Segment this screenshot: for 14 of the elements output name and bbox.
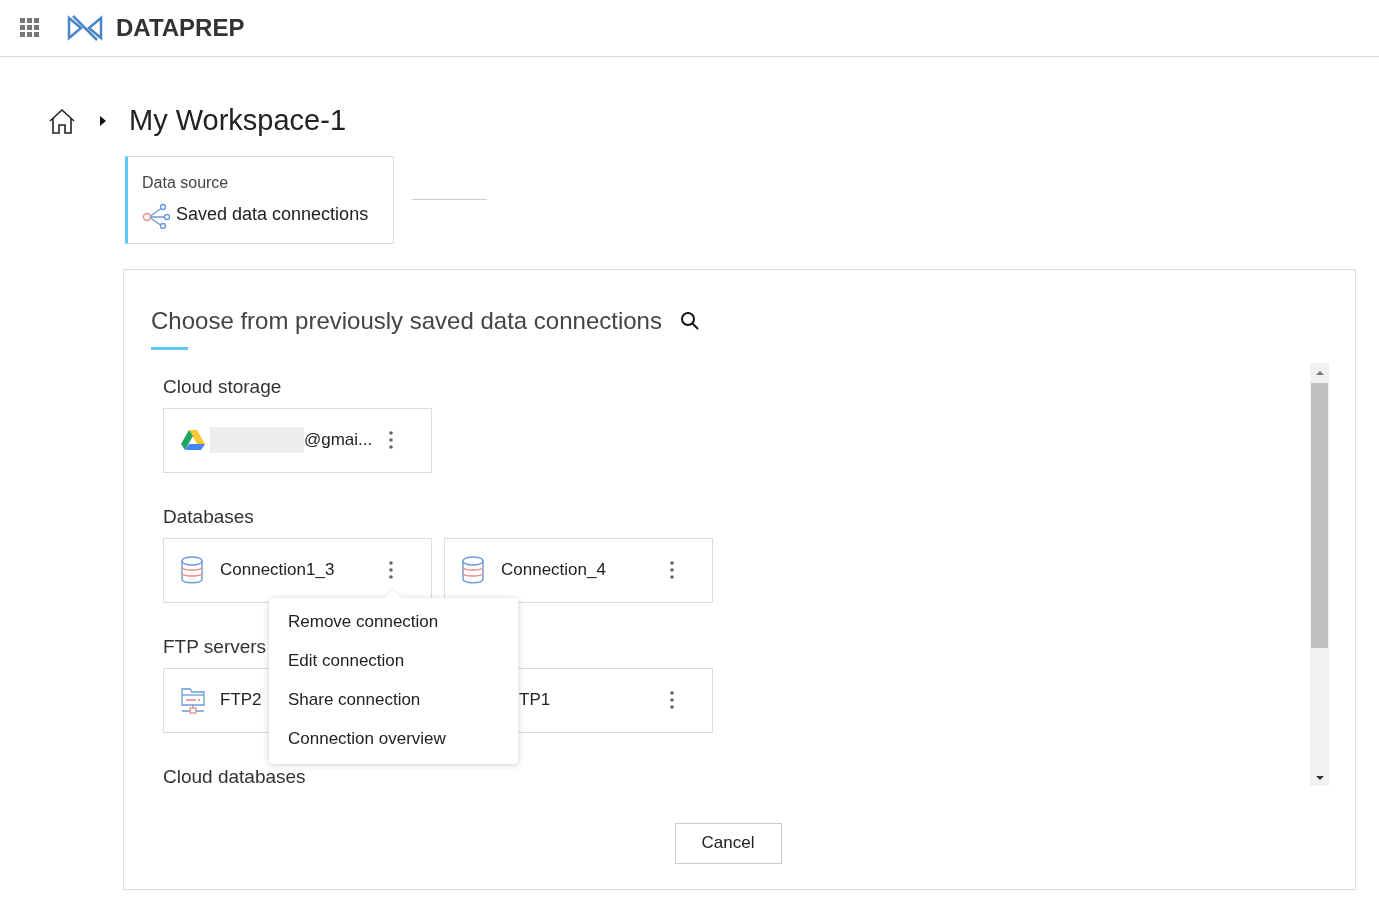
step-label: Data source (142, 172, 230, 193)
section-heading: Cloud storage (163, 374, 283, 399)
connection-name: TP1 (519, 689, 551, 712)
workspace-title: My Workspace-1 (129, 103, 347, 138)
app-title: DATAPREP (116, 13, 245, 43)
section-heading: Cloud databases (163, 764, 307, 786)
connection-name: @gmai... (304, 429, 373, 452)
panel-title: Choose from previously saved data connections (151, 305, 662, 336)
connection-name: Connection1_3 (220, 559, 335, 582)
step-value: Saved data connections (176, 203, 369, 226)
connection-name: Connection_4 (501, 559, 606, 582)
section-heading: Databases (163, 504, 255, 529)
connection-name: FTP2 (220, 689, 262, 712)
section-heading: FTP servers (163, 634, 268, 659)
